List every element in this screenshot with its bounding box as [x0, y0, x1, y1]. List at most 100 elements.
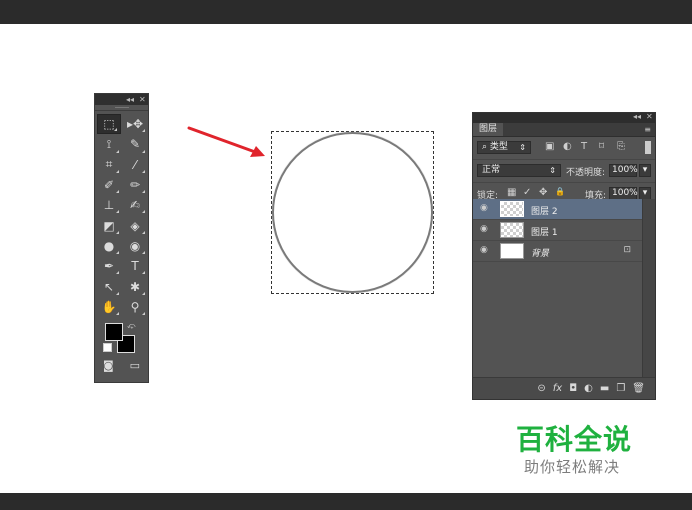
tools-panel: ◂◂ ✕ ⬚ ▸✥ ⟟ ✎ ⌗ ⁄ ✐ ✏ ⊥ ✍ ◩ ◈ ● ◉ ✒ T ↖ ✱ ✋ ⚲ ⤽ ◙ ▭ [94, 93, 149, 383]
tab-layers[interactable]: 图层 [473, 123, 504, 136]
smart-object-filter-icon[interactable]: ⎘ [617, 141, 625, 152]
layer-name: 背景 [531, 249, 550, 259]
lock-position-icon[interactable]: ✥ [539, 187, 547, 198]
hand-tool-icon[interactable]: ✋ [96, 297, 122, 317]
quick-select-tool-icon[interactable]: ✎ [122, 134, 148, 154]
lock-image-icon[interactable]: ✓ [523, 187, 531, 198]
brush-tool-icon-glyph: ✏ [129, 178, 141, 193]
circle-stroke-shape [272, 132, 433, 293]
clone-stamp-tool-icon-glyph: ⊥ [103, 198, 115, 213]
dodge-tool-icon[interactable]: ◉ [122, 236, 148, 256]
foreground-color-swatch[interactable] [105, 322, 123, 341]
path-select-tool-icon-glyph: ↖ [103, 279, 115, 294]
clone-stamp-tool-icon[interactable]: ⊥ [96, 195, 122, 215]
shape-filter-icon[interactable]: ⌑ [599, 141, 604, 152]
layers-panel: ◂◂ ✕ 图层 ≡ ⌕ 类型 ⇕ ▣ ◐ T ⌑ ⎘ 正常 ⇕ 不透明度: 10… [472, 112, 656, 400]
layer-row[interactable]: ◉ 图层 2 [473, 199, 643, 220]
dropdown-arrow-icon: ⇕ [519, 143, 526, 152]
tools-grip[interactable] [95, 105, 148, 111]
quick-select-tool-icon-glyph: ✎ [129, 137, 141, 152]
opacity-input[interactable]: 100% [609, 164, 638, 177]
custom-shape-tool-icon[interactable]: ✱ [122, 276, 148, 296]
tool-group-indicator [116, 149, 119, 153]
app-top-bar [0, 0, 692, 24]
new-layer-icon[interactable]: ❐ [616, 383, 625, 394]
layer-row[interactable]: ◉ 图层 1 [473, 220, 643, 241]
layer-thumbnail [500, 201, 524, 217]
quick-mask-icon[interactable]: ◙ [103, 359, 114, 372]
move-tool-icon[interactable]: ▸✥ [122, 114, 148, 134]
close-icon[interactable]: ✕ [139, 94, 146, 105]
lock-transparent-icon[interactable]: ▦ [507, 187, 516, 198]
lasso-tool-icon[interactable]: ⟟ [96, 134, 122, 154]
type-tool-icon[interactable]: T [122, 256, 148, 276]
filter-toggle[interactable] [645, 141, 651, 154]
tool-group-indicator [116, 311, 119, 315]
layer-list-scrollbar[interactable] [642, 199, 655, 377]
visibility-eye-icon[interactable]: ◉ [480, 203, 488, 213]
collapse-icon[interactable]: ◂◂ [633, 112, 641, 121]
eyedropper-tool-icon[interactable]: ⁄ [122, 155, 148, 175]
brush-tool-icon[interactable]: ✏ [122, 175, 148, 195]
tool-group-indicator [116, 291, 119, 295]
tool-group-indicator [142, 271, 145, 275]
watermark-title: 百科全说 [516, 423, 633, 456]
tools-panel-header[interactable]: ◂◂ ✕ [95, 94, 148, 105]
panel-menu-icon[interactable]: ≡ [644, 123, 651, 136]
adjustment-layer-icon[interactable]: ◐ [584, 383, 593, 394]
type-filter-icon[interactable]: T [581, 141, 587, 152]
blur-tool-icon[interactable]: ● [96, 236, 122, 256]
swap-colors-icon[interactable]: ⤽ [127, 321, 136, 331]
collapse-icon[interactable]: ◂◂ [126, 94, 134, 105]
dropdown-arrow-icon: ⇕ [549, 166, 556, 175]
link-layers-icon[interactable]: ⊝ [537, 383, 545, 394]
new-group-icon[interactable]: ▬ [600, 383, 609, 394]
history-brush-tool-icon[interactable]: ✍ [122, 195, 148, 215]
tool-group-indicator [142, 291, 145, 295]
add-mask-icon[interactable]: ◘ [569, 383, 577, 394]
rect-marquee-tool-icon[interactable]: ⬚ [97, 113, 121, 135]
pixel-filter-icon[interactable]: ▣ [545, 141, 554, 152]
screen-mode-icon[interactable]: ▭ [130, 359, 140, 372]
layer-list: ◉ 图层 2 ◉ 图层 1 ◉ 背景 ⊡ [473, 199, 643, 377]
layer-thumbnail [500, 243, 524, 259]
adjustment-filter-icon[interactable]: ◐ [563, 141, 572, 152]
tool-group-indicator [142, 169, 145, 173]
filter-kind-select[interactable]: ⌕ 类型 ⇕ [477, 141, 531, 154]
paint-bucket-tool-icon[interactable]: ◈ [122, 215, 148, 235]
healing-brush-tool-icon-glyph: ✐ [103, 178, 115, 193]
tool-group-indicator [142, 311, 145, 315]
eraser-tool-icon[interactable]: ◩ [96, 215, 122, 235]
tools-footer: ◙ ▭ [95, 355, 148, 372]
layer-style-icon[interactable]: fx [553, 383, 562, 394]
tool-group-indicator [142, 190, 145, 194]
tool-group-indicator [116, 251, 119, 255]
tool-group-indicator [116, 230, 119, 234]
search-icon: ⌕ [482, 142, 488, 152]
dodge-tool-icon-glyph: ◉ [129, 238, 141, 253]
path-select-tool-icon[interactable]: ↖ [96, 276, 122, 296]
delete-layer-icon[interactable]: 🗑 [632, 383, 645, 394]
blur-tool-icon-glyph: ● [103, 238, 115, 253]
blend-mode-select[interactable]: 正常 ⇕ [477, 164, 561, 177]
close-icon[interactable]: ✕ [646, 112, 653, 121]
opacity-dropdown-icon[interactable]: ▾ [639, 164, 651, 177]
visibility-eye-icon[interactable]: ◉ [480, 245, 488, 255]
tool-group-indicator [142, 129, 145, 133]
default-colors-icon[interactable] [103, 342, 112, 352]
eyedropper-tool-icon-glyph: ⁄ [133, 157, 136, 172]
zoom-tool-icon[interactable]: ⚲ [122, 297, 148, 317]
visibility-eye-icon[interactable]: ◉ [480, 224, 488, 234]
layers-panel-header[interactable]: ◂◂ ✕ [473, 112, 655, 123]
layer-thumbnail [500, 222, 524, 238]
crop-tool-icon[interactable]: ⌗ [96, 155, 122, 175]
opacity-label: 不透明度: [566, 168, 606, 178]
layers-footer: ⊝ fx ◘ ◐ ▬ ❐ 🗑 [473, 377, 655, 399]
tool-group-indicator [142, 210, 145, 214]
pen-tool-icon[interactable]: ✒ [96, 256, 122, 276]
layer-lock-icon: ⊡ [623, 245, 631, 255]
healing-brush-tool-icon[interactable]: ✐ [96, 175, 122, 195]
layer-row[interactable]: ◉ 背景 ⊡ [473, 241, 643, 262]
lasso-tool-icon-glyph: ⟟ [106, 136, 112, 151]
lock-all-icon[interactable]: 🔒 [555, 187, 565, 196]
